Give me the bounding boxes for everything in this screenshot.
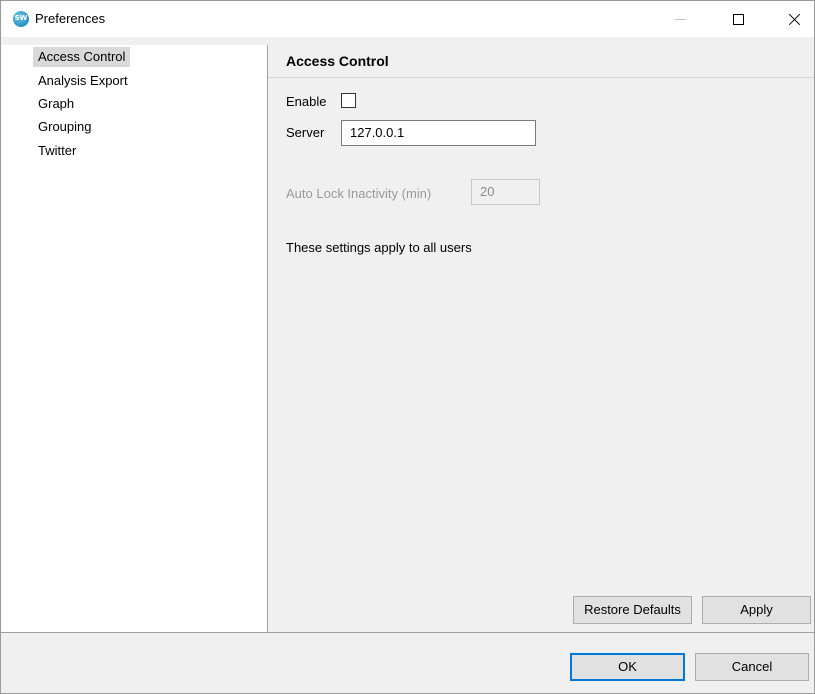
- auto-lock-label: Auto Lock Inactivity (min): [286, 186, 432, 201]
- dialog-footer: OK Cancel: [1, 633, 814, 693]
- maximize-button[interactable]: [715, 1, 761, 37]
- sidebar-item-analysis-export[interactable]: Analysis Export: [33, 71, 133, 91]
- server-label: Server: [286, 125, 325, 140]
- app-logo-icon: SW: [13, 11, 29, 27]
- minimize-button[interactable]: [657, 1, 703, 37]
- app-logo-text: SW: [14, 14, 28, 22]
- page-header: Access Control: [268, 45, 814, 78]
- auto-lock-input[interactable]: 20: [471, 179, 540, 205]
- cancel-button[interactable]: Cancel: [695, 653, 809, 681]
- sidebar-item-access-control[interactable]: Access Control: [33, 47, 131, 67]
- settings-note: These settings apply to all users: [286, 240, 472, 255]
- preference-tree[interactable]: Access Control Analysis Export Graph Gro…: [1, 45, 267, 632]
- sidebar-item-graph[interactable]: Graph: [33, 94, 79, 114]
- preferences-window: SW Preferences Access Control Analysis E…: [0, 0, 815, 694]
- server-input[interactable]: 127.0.0.1: [341, 120, 536, 146]
- restore-defaults-button[interactable]: Restore Defaults: [573, 596, 692, 624]
- sidebar-item-grouping[interactable]: Grouping: [33, 117, 96, 137]
- close-icon: [788, 13, 801, 26]
- ok-button[interactable]: OK: [570, 653, 685, 681]
- preference-page: Access Control Enable Server 127.0.0.1 A…: [268, 45, 814, 632]
- sidebar-item-twitter[interactable]: Twitter: [33, 141, 81, 161]
- minimize-icon: [674, 18, 686, 20]
- apply-button[interactable]: Apply: [702, 596, 811, 624]
- window-title: Preferences: [35, 11, 106, 26]
- maximize-icon: [732, 13, 744, 25]
- title-bar[interactable]: SW Preferences: [1, 1, 814, 37]
- close-button[interactable]: [771, 1, 815, 37]
- enable-label: Enable: [286, 94, 327, 109]
- enable-checkbox[interactable]: [341, 93, 356, 108]
- page-title: Access Control: [286, 53, 389, 69]
